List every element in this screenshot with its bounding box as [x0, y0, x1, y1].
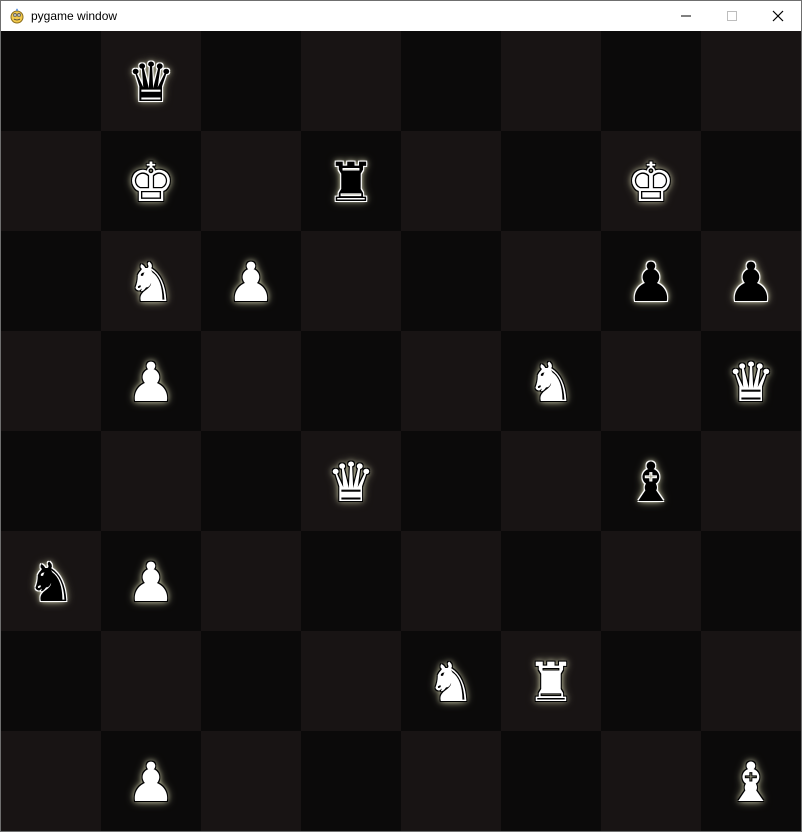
pygame-window: pygame window ♛ ♚ ♜ ♚ ♞ ♟ ♟ ♟ ♟ ♞ ♛ ♛ ♝ ♞ ♟ ♞ ♜ ♟ ♝ [0, 0, 802, 832]
pygame-snake-icon [10, 8, 24, 24]
white-pawn-piece[interactable]: ♟ [127, 356, 175, 410]
square-c1[interactable] [201, 731, 301, 831]
square-g8[interactable] [601, 31, 701, 131]
square-f7[interactable] [501, 131, 601, 231]
maximize-button[interactable] [709, 1, 755, 31]
square-d1[interactable] [301, 731, 401, 831]
white-pawn-piece[interactable]: ♟ [127, 556, 175, 610]
square-c8[interactable] [201, 31, 301, 131]
square-a5[interactable] [1, 331, 101, 431]
square-h1[interactable]: ♝ [701, 731, 801, 831]
square-g2[interactable] [601, 631, 701, 731]
black-pawn-piece[interactable]: ♟ [627, 256, 675, 310]
square-c7[interactable] [201, 131, 301, 231]
square-h7[interactable] [701, 131, 801, 231]
square-e1[interactable] [401, 731, 501, 831]
square-g3[interactable] [601, 531, 701, 631]
square-b3[interactable]: ♟ [101, 531, 201, 631]
square-c2[interactable] [201, 631, 301, 731]
square-f3[interactable] [501, 531, 601, 631]
square-d6[interactable] [301, 231, 401, 331]
square-f1[interactable] [501, 731, 601, 831]
square-f8[interactable] [501, 31, 601, 131]
square-b6[interactable]: ♞ [101, 231, 201, 331]
square-g5[interactable] [601, 331, 701, 431]
square-h3[interactable] [701, 531, 801, 631]
square-c5[interactable] [201, 331, 301, 431]
square-c4[interactable] [201, 431, 301, 531]
black-queen-piece[interactable]: ♛ [127, 56, 175, 110]
square-a2[interactable] [1, 631, 101, 731]
white-knight-piece[interactable]: ♞ [427, 656, 475, 710]
square-a8[interactable] [1, 31, 101, 131]
square-e5[interactable] [401, 331, 501, 431]
square-d3[interactable] [301, 531, 401, 631]
title-bar[interactable]: pygame window [1, 1, 801, 31]
square-f6[interactable] [501, 231, 601, 331]
white-rook-piece[interactable]: ♜ [527, 656, 575, 710]
square-a3[interactable]: ♞ [1, 531, 101, 631]
white-king-piece[interactable]: ♚ [127, 156, 175, 210]
square-c3[interactable] [201, 531, 301, 631]
square-h8[interactable] [701, 31, 801, 131]
chess-board[interactable]: ♛ ♚ ♜ ♚ ♞ ♟ ♟ ♟ ♟ ♞ ♛ ♛ ♝ ♞ ♟ ♞ ♜ ♟ ♝ [1, 31, 801, 831]
black-rook-piece[interactable]: ♜ [327, 156, 375, 210]
square-b1[interactable]: ♟ [101, 731, 201, 831]
square-e6[interactable] [401, 231, 501, 331]
square-a1[interactable] [1, 731, 101, 831]
close-button[interactable] [755, 1, 801, 31]
white-queen-piece[interactable]: ♛ [327, 456, 375, 510]
square-d4[interactable]: ♛ [301, 431, 401, 531]
square-d5[interactable] [301, 331, 401, 431]
black-bishop-piece[interactable]: ♝ [627, 456, 675, 510]
white-queen-piece[interactable]: ♛ [727, 356, 775, 410]
square-e8[interactable] [401, 31, 501, 131]
black-pawn-piece[interactable]: ♟ [727, 256, 775, 310]
window-title: pygame window [31, 9, 118, 23]
square-h6[interactable]: ♟ [701, 231, 801, 331]
square-e3[interactable] [401, 531, 501, 631]
square-g1[interactable] [601, 731, 701, 831]
square-b8[interactable]: ♛ [101, 31, 201, 131]
square-d7[interactable]: ♜ [301, 131, 401, 231]
square-h2[interactable] [701, 631, 801, 731]
square-b5[interactable]: ♟ [101, 331, 201, 431]
minimize-button[interactable] [663, 1, 709, 31]
square-e2[interactable]: ♞ [401, 631, 501, 731]
square-f4[interactable] [501, 431, 601, 531]
square-a7[interactable] [1, 131, 101, 231]
square-g6[interactable]: ♟ [601, 231, 701, 331]
square-f2[interactable]: ♜ [501, 631, 601, 731]
black-knight-piece[interactable]: ♞ [27, 556, 75, 610]
square-b2[interactable] [101, 631, 201, 731]
white-pawn-piece[interactable]: ♟ [127, 756, 175, 810]
square-f5[interactable]: ♞ [501, 331, 601, 431]
close-icon [772, 10, 784, 22]
square-b4[interactable] [101, 431, 201, 531]
square-h4[interactable] [701, 431, 801, 531]
square-a6[interactable] [1, 231, 101, 331]
square-h5[interactable]: ♛ [701, 331, 801, 431]
white-pawn-piece[interactable]: ♟ [227, 256, 275, 310]
maximize-icon [727, 11, 737, 21]
square-g7[interactable]: ♚ [601, 131, 701, 231]
white-king-piece[interactable]: ♚ [627, 156, 675, 210]
white-knight-piece[interactable]: ♞ [127, 256, 175, 310]
white-knight-piece[interactable]: ♞ [527, 356, 575, 410]
square-g4[interactable]: ♝ [601, 431, 701, 531]
square-c6[interactable]: ♟ [201, 231, 301, 331]
square-d2[interactable] [301, 631, 401, 731]
square-b7[interactable]: ♚ [101, 131, 201, 231]
square-e7[interactable] [401, 131, 501, 231]
white-bishop-piece[interactable]: ♝ [727, 756, 775, 810]
square-d8[interactable] [301, 31, 401, 131]
square-e4[interactable] [401, 431, 501, 531]
square-a4[interactable] [1, 431, 101, 531]
minimize-icon [681, 15, 691, 17]
